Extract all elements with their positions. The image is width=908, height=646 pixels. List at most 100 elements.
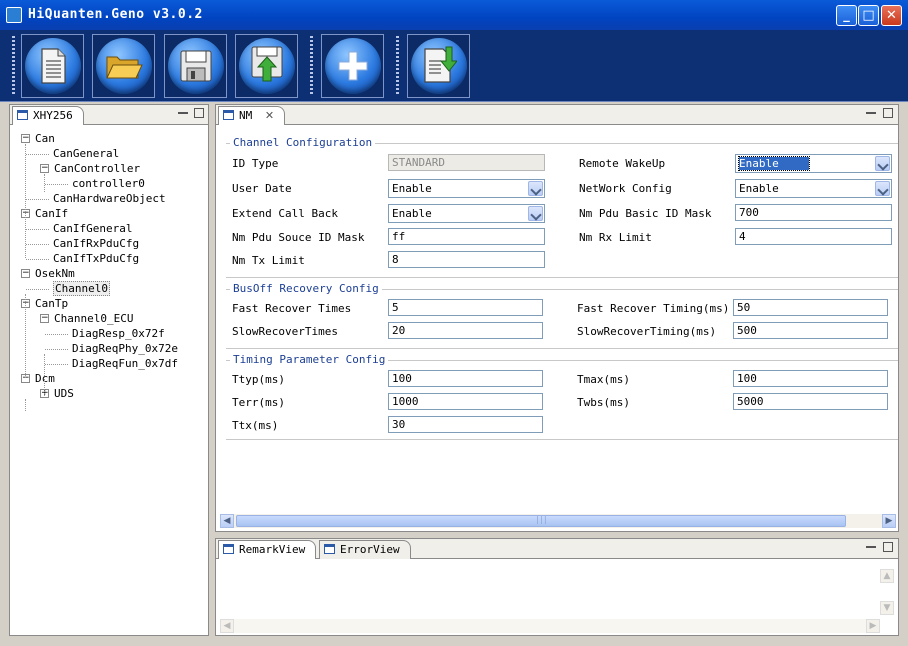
chevron-down-icon[interactable]	[528, 181, 543, 196]
collapse-icon[interactable]: −	[40, 164, 49, 173]
tree-node[interactable]: DiagResp_0x72f	[72, 327, 165, 341]
fast-recover-times-label: Fast Recover Times	[232, 302, 352, 315]
scroll-left-icon[interactable]: ◀	[220, 514, 234, 528]
nm-pdu-basic-id-mask-field[interactable]: 700	[735, 204, 892, 221]
fast-recover-timing-field[interactable]: 50	[733, 299, 888, 316]
maximize-pane-button[interactable]	[883, 542, 893, 552]
collapse-icon[interactable]: −	[21, 269, 30, 278]
tree-node[interactable]: Can	[35, 132, 55, 146]
minimize-pane-button[interactable]	[866, 542, 876, 548]
collapse-icon[interactable]: −	[40, 314, 49, 323]
tab-errorview[interactable]: ErrorView	[319, 540, 411, 559]
plus-icon	[338, 51, 368, 81]
channel-config-title: Channel Configuration	[230, 136, 376, 149]
tree-node[interactable]: controller0	[72, 177, 145, 191]
tree-node[interactable]: CanIfRxPduCfg	[53, 237, 139, 251]
maximize-pane-button[interactable]	[883, 108, 893, 118]
open-folder-button[interactable]	[92, 34, 155, 98]
tmax-field[interactable]: 100	[733, 370, 888, 387]
twbs-field[interactable]: 5000	[733, 393, 888, 410]
terr-field[interactable]: 1000	[388, 393, 543, 410]
tree-node-label: CanHardwareObject	[53, 192, 166, 205]
tab-remarkview[interactable]: RemarkView	[218, 540, 317, 559]
add-button[interactable]	[321, 34, 384, 98]
collapse-icon[interactable]: −	[21, 134, 30, 143]
chevron-down-icon[interactable]	[875, 181, 890, 196]
view-icon	[223, 544, 234, 554]
minimize-pane-button[interactable]	[178, 108, 188, 114]
tree-node[interactable]: CanHardwareObject	[53, 192, 166, 206]
nm-pdu-basic-id-mask-label: Nm Pdu Basic ID Mask	[579, 207, 712, 220]
tree-connector	[25, 294, 26, 306]
tree-node[interactable]: CanIfTxPduCfg	[53, 252, 139, 266]
scroll-right-icon[interactable]: ▶	[882, 514, 896, 528]
tree-node[interactable]: UDS	[54, 387, 74, 401]
scroll-thumb[interactable]	[236, 515, 846, 527]
terr-label: Terr(ms)	[232, 396, 285, 409]
user-date-select[interactable]: Enable	[388, 179, 545, 198]
toolbar-separator	[310, 36, 313, 96]
scroll-right-icon[interactable]: ▶	[866, 619, 880, 633]
ttx-field[interactable]: 30	[388, 416, 543, 433]
minimize-pane-button[interactable]	[866, 108, 876, 114]
app-icon	[6, 7, 22, 23]
tab-xhy256[interactable]: XHY256	[12, 106, 84, 125]
maximize-button[interactable]: □	[858, 5, 879, 26]
ttx-label: Ttx(ms)	[232, 419, 279, 432]
horizontal-scrollbar[interactable]: ◀ ▶	[220, 619, 880, 633]
timing-config-title: Timing Parameter Config	[230, 353, 389, 366]
tree-node[interactable]: CanController	[54, 162, 140, 176]
slow-recover-times-field[interactable]: 20	[388, 322, 543, 339]
tree-node-label: Channel0_ECU	[54, 312, 134, 325]
nm-rx-limit-field[interactable]: 4	[735, 228, 892, 245]
tree-node-label: CanGeneral	[53, 147, 120, 160]
nm-pdu-souce-id-mask-field[interactable]: ff	[388, 228, 545, 245]
import-button[interactable]	[407, 34, 470, 98]
scroll-down-icon[interactable]: ▼	[880, 601, 894, 615]
folder-icon	[106, 56, 143, 79]
tree-connector	[26, 199, 49, 200]
floppy-icon	[180, 50, 212, 82]
tab-nm[interactable]: NM ✕	[218, 106, 286, 125]
tree-node[interactable]: OsekNm	[35, 267, 75, 281]
tree-node-label: CanController	[54, 162, 141, 175]
tree-node-label: controller0	[72, 177, 145, 190]
tree-node[interactable]: CanTp	[35, 297, 68, 311]
tree-node[interactable]: Channel0_ECU	[54, 312, 133, 326]
minimize-button[interactable]: _	[836, 5, 857, 26]
remark-text-area[interactable]	[218, 563, 878, 617]
chevron-down-icon[interactable]	[875, 156, 890, 171]
tree-connector	[26, 244, 49, 245]
maximize-pane-button[interactable]	[194, 108, 204, 118]
chevron-down-icon[interactable]	[528, 206, 543, 221]
tree-node[interactable]: CanIf	[35, 207, 68, 221]
network-config-select[interactable]: Enable	[735, 179, 892, 198]
tree-node[interactable]: CanGeneral	[53, 147, 119, 161]
tree-node-label: CanIfTxPduCfg	[53, 252, 140, 265]
extend-call-back-select[interactable]: Enable	[388, 204, 545, 223]
tree-node-label: DiagResp_0x72f	[72, 327, 165, 340]
scroll-left-icon[interactable]: ◀	[220, 619, 234, 633]
export-button[interactable]	[235, 34, 298, 98]
close-tab-icon[interactable]: ✕	[265, 109, 274, 122]
tree-connector	[45, 364, 68, 365]
nm-rx-limit-label: Nm Rx Limit	[579, 231, 652, 244]
slow-recover-timing-field[interactable]: 500	[733, 322, 888, 339]
toolbar-separator	[12, 36, 15, 96]
scroll-up-icon[interactable]: ▲	[880, 569, 894, 583]
tree-node[interactable]: CanIfGeneral	[53, 222, 132, 236]
tree-node[interactable]: Channel0	[53, 281, 110, 296]
tree-connector	[26, 259, 49, 260]
ttyp-field[interactable]: 100	[388, 370, 543, 387]
new-file-button[interactable]	[21, 34, 84, 98]
fast-recover-times-field[interactable]: 5	[388, 299, 543, 316]
tree-node[interactable]: DiagReqPhy_0x72e	[72, 342, 178, 356]
nm-tx-limit-field[interactable]: 8	[388, 251, 545, 268]
save-button[interactable]	[164, 34, 227, 98]
select-value: Enable	[392, 182, 432, 195]
close-button[interactable]: ✕	[881, 5, 902, 26]
tree-node-label: CanTp	[35, 297, 69, 310]
remote-wakeup-select[interactable]: Enable	[735, 154, 892, 173]
tree-node[interactable]: DiagReqFun_0x7df	[72, 357, 178, 371]
horizontal-scrollbar[interactable]: ◀ ▶	[220, 514, 896, 528]
